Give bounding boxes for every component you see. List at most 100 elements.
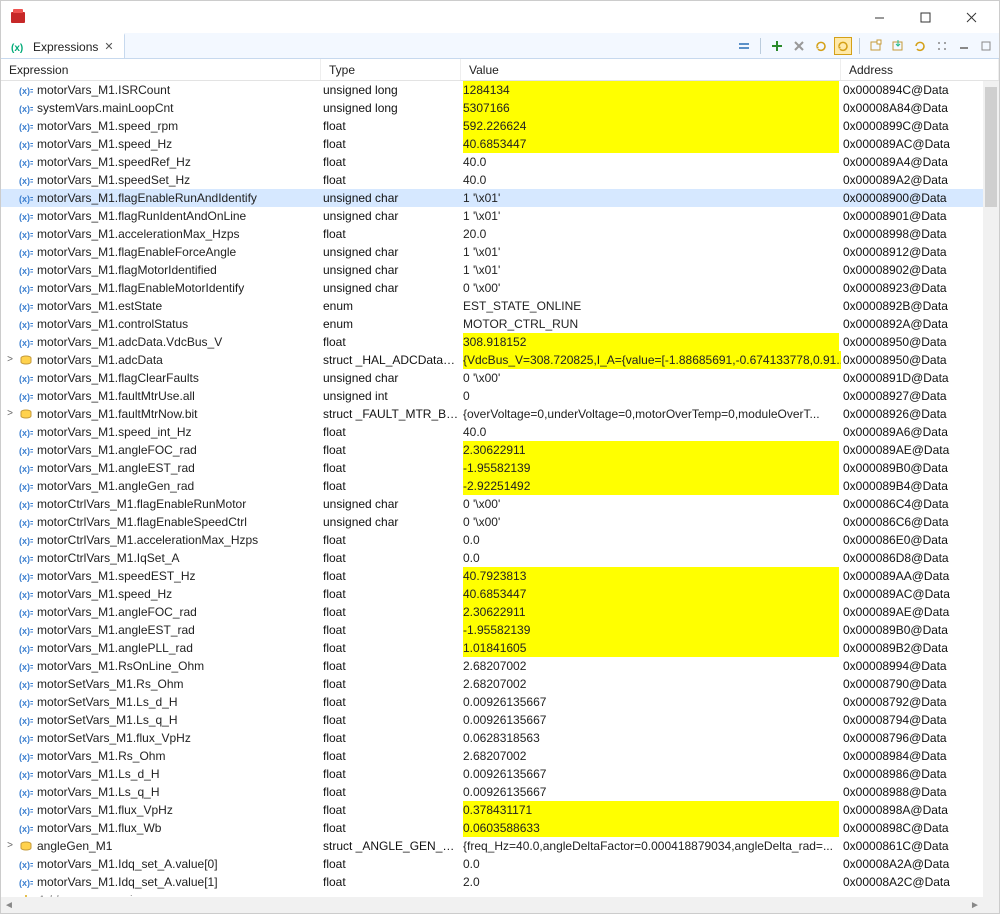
cell-value[interactable]: 1.01841605 [461,639,841,657]
import-button[interactable] [889,37,907,55]
cell-value[interactable]: 40.6853447 [461,135,841,153]
table-row[interactable]: (x)=motorVars_M1.flagEnableRunAndIdentif… [1,189,983,207]
cell-value[interactable]: 0.0 [461,549,841,567]
minimize-view-button[interactable] [955,37,973,55]
expand-icon[interactable]: > [5,405,15,423]
table-row[interactable]: (x)=motorVars_M1.speed_int_Hzfloat40.00x… [1,423,983,441]
cell-value[interactable]: {VdcBus_V=308.720825,I_A={value=[-1.8868… [461,351,841,369]
cell-value[interactable]: 592.226624 [461,117,841,135]
table-row[interactable]: (x)=motorCtrlVars_M1.flagEnableSpeedCtrl… [1,513,983,531]
cell-value[interactable]: 0.378431171 [461,801,841,819]
cell-value[interactable]: 2.68207002 [461,675,841,693]
tab-close-icon[interactable]: ✕ [104,40,113,53]
table-row[interactable]: (x)=motorVars_M1.angleGen_radfloat-2.922… [1,477,983,495]
table-row[interactable]: (x)=motorCtrlVars_M1.IqSet_Afloat0.00x00… [1,549,983,567]
cell-value[interactable]: 2.30622911 [461,441,841,459]
header-address[interactable]: Address [841,59,999,80]
menu-button[interactable] [933,37,951,55]
table-row[interactable]: (x)=motorVars_M1.flagRunIdentAndOnLineun… [1,207,983,225]
table-row[interactable]: >angleGen_M1struct _ANGLE_GEN_Obj_{freq_… [1,837,983,855]
minimize-button[interactable] [865,7,893,27]
cell-value[interactable]: 1284134 [461,81,841,99]
table-row[interactable]: (x)=motorVars_M1.angleFOC_radfloat2.3062… [1,441,983,459]
table-row[interactable]: (x)=motorVars_M1.adcData.VdcBus_Vfloat30… [1,333,983,351]
cell-value[interactable]: 1 '\x01' [461,207,841,225]
scroll-right-icon[interactable]: ► [967,900,983,911]
cell-value[interactable]: -2.92251492 [461,477,841,495]
refresh-button[interactable] [812,37,830,55]
cell-value[interactable]: 2.0 [461,873,841,891]
table-row[interactable]: (x)=motorSetVars_M1.Ls_d_Hfloat0.0092613… [1,693,983,711]
cell-value[interactable]: 40.0 [461,423,841,441]
table-row[interactable]: (x)=motorSetVars_M1.Ls_q_Hfloat0.0092613… [1,711,983,729]
cell-value[interactable]: 0.00926135667 [461,783,841,801]
add-button[interactable] [768,37,786,55]
collapse-all-button[interactable] [735,37,753,55]
table-row[interactable]: (x)=motorVars_M1.speed_Hzfloat40.6853447… [1,585,983,603]
tab-expressions[interactable]: (x) Expressions ✕ [1,33,125,58]
scrollbar-track[interactable] [17,897,967,913]
horizontal-scrollbar[interactable]: ◄ ► [1,897,983,913]
cell-value[interactable]: 2.30622911 [461,603,841,621]
table-row[interactable]: (x)=motorVars_M1.accelerationMax_Hzpsflo… [1,225,983,243]
table-row[interactable]: (x)=motorVars_M1.flagMotorIdentifiedunsi… [1,261,983,279]
table-row[interactable]: (x)=motorVars_M1.anglePLL_radfloat1.0184… [1,639,983,657]
table-row[interactable]: (x)=motorVars_M1.flux_Wbfloat0.060358863… [1,819,983,837]
table-row[interactable]: (x)=motorVars_M1.estStateenum EST_STATE_… [1,297,983,315]
cell-value[interactable]: 5307166 [461,99,841,117]
maximize-view-button[interactable] [977,37,995,55]
cell-value[interactable]: 40.7923813 [461,567,841,585]
vertical-scrollbar[interactable] [983,81,999,897]
cell-value[interactable]: 308.918152 [461,333,841,351]
cell-value[interactable]: 20.0 [461,225,841,243]
table-row[interactable]: (x)=motorVars_M1.angleEST_radfloat-1.955… [1,459,983,477]
table-row[interactable]: (x)=motorVars_M1.speed_Hzfloat40.6853447… [1,135,983,153]
table-row[interactable]: (x)=motorVars_M1.Idq_set_A.value[1]float… [1,873,983,891]
cell-value[interactable]: 0 '\x00' [461,495,841,513]
expand-icon[interactable]: > [5,351,15,369]
export-button[interactable] [911,37,929,55]
cell-value[interactable]: -1.95582139 [461,621,841,639]
table-row[interactable]: (x)=motorVars_M1.speedSet_Hzfloat40.00x0… [1,171,983,189]
table-row[interactable]: (x)=motorVars_M1.ISRCountunsigned long12… [1,81,983,99]
table-row[interactable]: (x)=motorVars_M1.angleFOC_radfloat2.3062… [1,603,983,621]
cell-value[interactable]: 40.0 [461,153,841,171]
cell-value[interactable]: EST_STATE_ONLINE [461,297,841,315]
cell-value[interactable]: 0.00926135667 [461,765,841,783]
table-row[interactable]: (x)=motorVars_M1.speed_rpmfloat592.22662… [1,117,983,135]
cell-value[interactable]: -1.95582139 [461,459,841,477]
scroll-left-icon[interactable]: ◄ [1,900,17,911]
header-expression[interactable]: Expression [1,59,321,80]
cell-value[interactable]: 0.0628318563 [461,729,841,747]
table-row[interactable]: (x)=motorVars_M1.Ls_d_Hfloat0.0092613566… [1,765,983,783]
table-row[interactable]: (x)=motorVars_M1.flagEnableMotorIdentify… [1,279,983,297]
table-row[interactable]: (x)=motorCtrlVars_M1.accelerationMax_Hzp… [1,531,983,549]
close-button[interactable] [957,7,985,27]
table-row[interactable]: (x)=motorVars_M1.Idq_set_A.value[0]float… [1,855,983,873]
cell-value[interactable]: {freq_Hz=40.0,angleDeltaFactor=0.0004188… [461,837,841,855]
cell-value[interactable]: 40.6853447 [461,585,841,603]
table-row[interactable]: (x)=motorVars_M1.angleEST_radfloat-1.955… [1,621,983,639]
table-row[interactable]: >motorVars_M1.faultMtrNow.bitstruct _FAU… [1,405,983,423]
table-row[interactable]: (x)=motorVars_M1.faultMtrUse.allunsigned… [1,387,983,405]
table-row[interactable]: (x)=motorCtrlVars_M1.flagEnableRunMotoru… [1,495,983,513]
cell-value[interactable]: 0.0 [461,855,841,873]
table-row[interactable]: (x)=motorVars_M1.speedEST_Hzfloat40.7923… [1,567,983,585]
table-row[interactable]: (x)=motorVars_M1.flagClearFaultsunsigned… [1,369,983,387]
expand-icon[interactable]: > [5,837,15,855]
cell-value[interactable]: 0 '\x00' [461,513,841,531]
cell-value[interactable]: 0.0603588633 [461,819,841,837]
cell-value[interactable]: 2.68207002 [461,657,841,675]
cell-value[interactable]: 0.0 [461,531,841,549]
scrollbar-thumb[interactable] [985,87,997,207]
table-row[interactable]: (x)=motorSetVars_M1.Rs_Ohmfloat2.6820700… [1,675,983,693]
cell-value[interactable]: 1 '\x01' [461,261,841,279]
maximize-button[interactable] [911,7,939,27]
cell-value[interactable]: 0 [461,387,841,405]
cell-value[interactable]: 0 '\x00' [461,279,841,297]
table-row[interactable]: (x)=motorVars_M1.RsOnLine_Ohmfloat2.6820… [1,657,983,675]
cell-value[interactable]: 40.0 [461,171,841,189]
table-row[interactable]: (x)=motorSetVars_M1.flux_VpHzfloat0.0628… [1,729,983,747]
table-row[interactable]: (x)=motorVars_M1.flagEnableForceAngleuns… [1,243,983,261]
header-value[interactable]: Value [461,59,841,80]
